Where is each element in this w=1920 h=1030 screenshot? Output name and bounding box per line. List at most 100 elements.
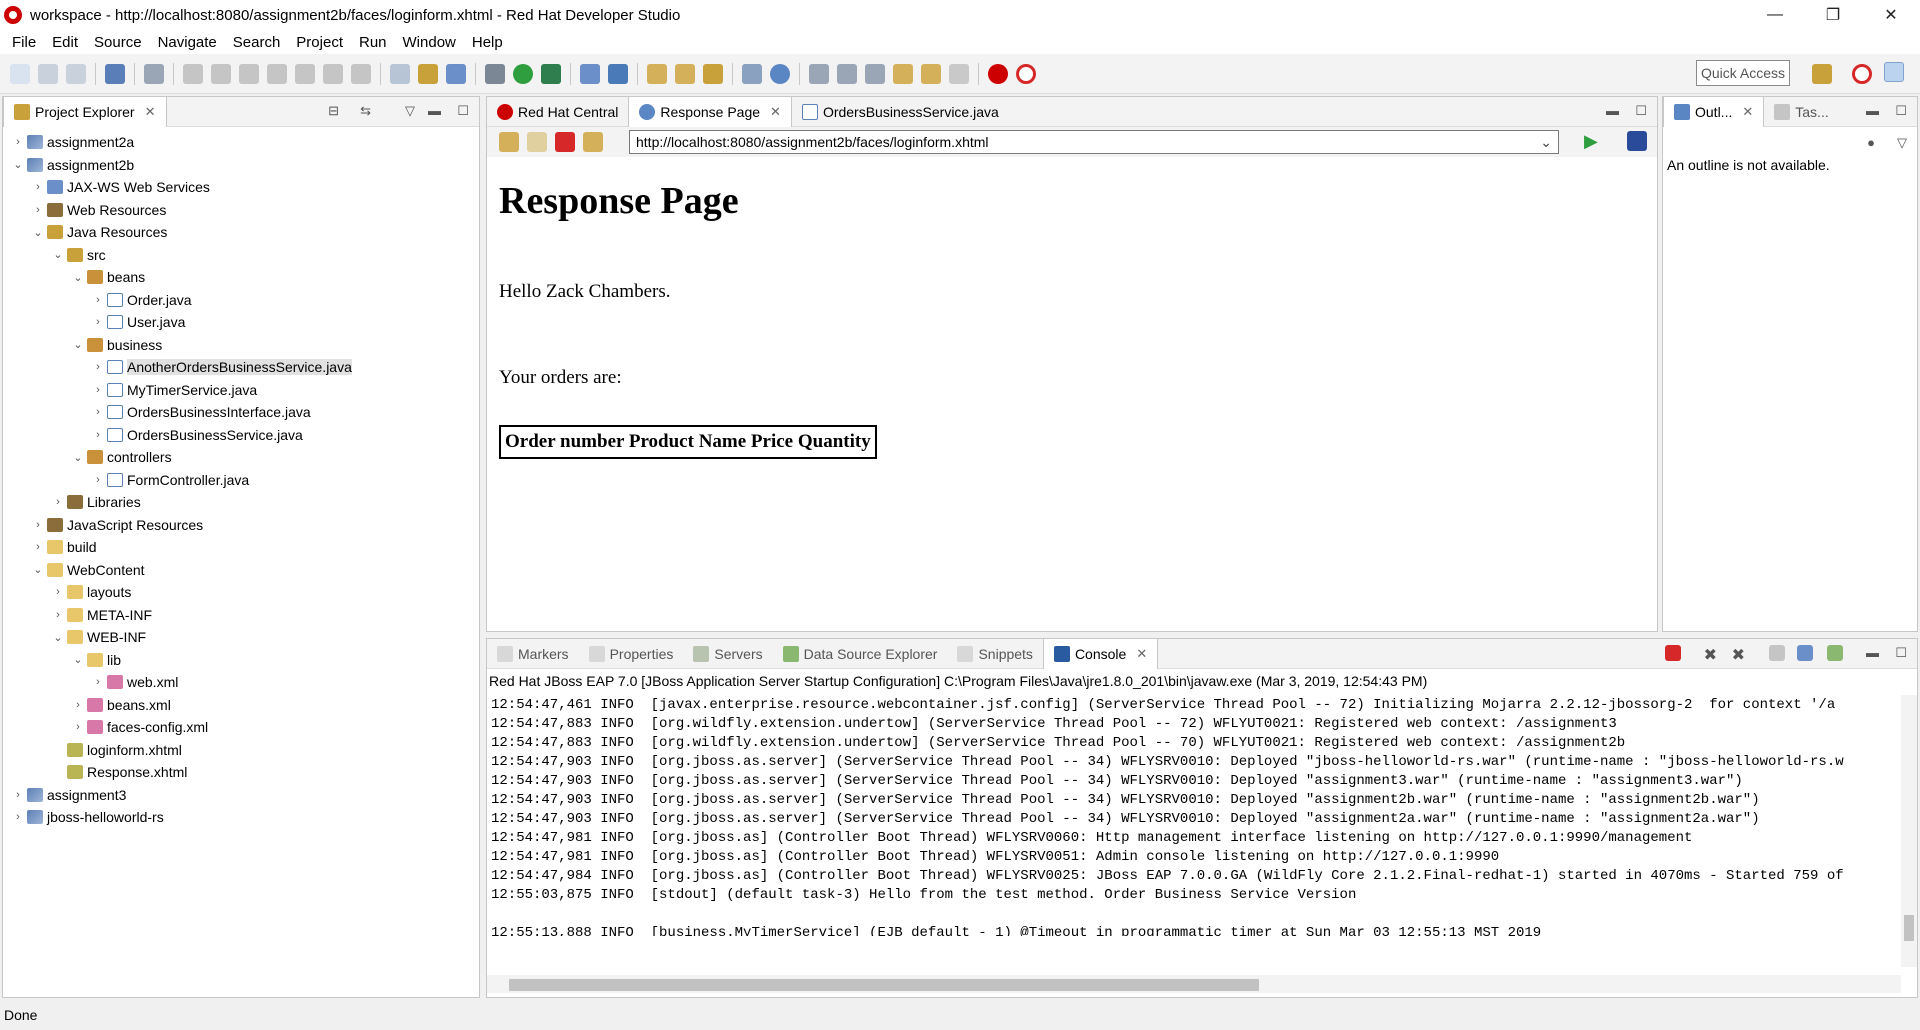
resume-icon[interactable] xyxy=(183,63,203,84)
tab-outline[interactable]: Outl... ✕ xyxy=(1663,96,1765,127)
save-all-icon[interactable] xyxy=(66,63,86,84)
chevron-right-icon[interactable]: › xyxy=(51,609,65,621)
chevron-right-icon[interactable]: › xyxy=(71,699,85,711)
tree-item[interactable]: › FormController.java xyxy=(3,469,479,492)
chevron-down-icon[interactable]: ⌄ xyxy=(11,158,25,171)
tree-item[interactable]: › JavaScript Resources xyxy=(3,514,479,537)
close-icon[interactable]: ✕ xyxy=(770,104,781,120)
tree-item[interactable]: ⌄ controllers xyxy=(3,446,479,469)
tree-item[interactable]: › assignment3 xyxy=(3,784,479,807)
view-menu-icon[interactable]: ▽ xyxy=(405,103,415,119)
tab-data-source-explorer[interactable]: Data Source Explorer xyxy=(773,639,948,669)
terminate-icon[interactable] xyxy=(1665,645,1681,661)
tree-item[interactable]: › Order.java xyxy=(3,289,479,312)
tree-item[interactable]: › Web Resources xyxy=(3,199,479,222)
tree-item[interactable]: › build xyxy=(3,536,479,559)
pin-console-icon[interactable] xyxy=(1827,645,1843,661)
chevron-right-icon[interactable]: › xyxy=(31,181,45,193)
tab-response-page[interactable]: Response Page ✕ xyxy=(628,96,792,127)
collapse-all-icon[interactable]: ⊟ xyxy=(328,103,339,119)
chevron-down-icon[interactable]: ⌄ xyxy=(71,451,85,464)
chevron-right-icon[interactable]: › xyxy=(91,384,105,396)
chevron-right-icon[interactable]: › xyxy=(11,136,25,148)
menu-file[interactable]: File xyxy=(4,34,44,51)
clear-console-icon[interactable] xyxy=(1769,645,1785,661)
back-icon[interactable] xyxy=(499,132,519,152)
tab-tasks[interactable]: Tas... xyxy=(1764,97,1838,127)
quick-access-input[interactable]: Quick Access xyxy=(1696,60,1790,86)
chevron-down-icon[interactable]: ⌄ xyxy=(31,563,45,576)
url-input[interactable]: http://localhost:8080/assignment2b/faces… xyxy=(629,130,1559,154)
menu-edit[interactable]: Edit xyxy=(44,34,86,51)
toggle-icon[interactable] xyxy=(418,63,438,84)
console-icon[interactable] xyxy=(105,63,125,84)
redhat-perspective-icon[interactable] xyxy=(1852,64,1872,84)
tree-item[interactable]: ⌄ WEB-INF xyxy=(3,626,479,649)
chevron-right-icon[interactable]: › xyxy=(31,541,45,553)
chevron-right-icon[interactable]: › xyxy=(31,519,45,531)
remove-all-icon[interactable]: ✖ xyxy=(1732,645,1745,665)
tree-item[interactable]: › faces-config.xml xyxy=(3,716,479,739)
prev-annotation-icon[interactable] xyxy=(865,63,885,84)
chevron-right-icon[interactable]: › xyxy=(51,586,65,598)
menu-search[interactable]: Search xyxy=(225,34,289,51)
scrollbar-thumb[interactable] xyxy=(1904,915,1914,941)
restore-button[interactable]: ❐ xyxy=(1804,0,1862,30)
chevron-right-icon[interactable]: › xyxy=(71,721,85,733)
tree-item[interactable]: › OrdersBusinessService.java xyxy=(3,424,479,447)
sync-icon[interactable] xyxy=(1016,63,1036,84)
chevron-right-icon[interactable]: › xyxy=(91,361,105,373)
new-server-icon[interactable] xyxy=(580,63,600,84)
chevron-down-icon[interactable]: ⌄ xyxy=(1540,134,1552,151)
refresh-icon[interactable] xyxy=(583,132,603,152)
chevron-down-icon[interactable]: ⌄ xyxy=(31,226,45,239)
tree-item[interactable]: loginform.xhtml xyxy=(3,739,479,762)
tree-item[interactable]: › META-INF xyxy=(3,604,479,627)
chevron-right-icon[interactable]: › xyxy=(91,676,105,688)
maximize-icon[interactable]: ☐ xyxy=(1895,103,1907,119)
tab-markers[interactable]: Markers xyxy=(487,639,579,669)
chevron-down-icon[interactable]: ⌄ xyxy=(51,248,65,261)
skip-breakpoints-icon[interactable] xyxy=(144,63,164,84)
tab-properties[interactable]: Properties xyxy=(579,639,684,669)
stop-icon[interactable] xyxy=(555,132,575,152)
chevron-down-icon[interactable]: ⌄ xyxy=(71,653,85,666)
menu-help[interactable]: Help xyxy=(464,34,511,51)
use-step-filters-icon[interactable] xyxy=(390,63,410,84)
chevron-right-icon[interactable]: › xyxy=(91,474,105,486)
tree-item[interactable]: › beans.xml xyxy=(3,694,479,717)
tree-item[interactable]: ⌄ beans xyxy=(3,266,479,289)
tab-project-explorer[interactable]: Project Explorer ✕ xyxy=(3,96,167,127)
open-type-icon[interactable] xyxy=(647,63,667,84)
tree-item[interactable]: ⌄ Java Resources xyxy=(3,221,479,244)
maximize-icon[interactable]: ☐ xyxy=(1895,645,1907,661)
debug-icon[interactable] xyxy=(485,63,505,84)
open-browser-icon[interactable] xyxy=(742,63,762,84)
suspend-icon[interactable] xyxy=(211,63,231,84)
terminate-icon[interactable] xyxy=(239,63,259,84)
open-external-icon[interactable] xyxy=(1627,131,1647,151)
chevron-right-icon[interactable]: › xyxy=(91,429,105,441)
chevron-down-icon[interactable]: ⌄ xyxy=(51,631,65,644)
tree-item[interactable]: Response.xhtml xyxy=(3,761,479,784)
forward-icon[interactable] xyxy=(527,132,547,152)
menu-source[interactable]: Source xyxy=(86,34,150,51)
pin-icon[interactable] xyxy=(809,63,829,84)
tree-item[interactable]: › MyTimerService.java xyxy=(3,379,479,402)
tree-item[interactable]: › web.xml xyxy=(3,671,479,694)
close-icon[interactable]: ✕ xyxy=(1136,646,1147,662)
scrollbar-thumb[interactable] xyxy=(509,979,1259,991)
scroll-lock-icon[interactable] xyxy=(1797,645,1813,661)
tab-console[interactable]: Console ✕ xyxy=(1042,638,1159,669)
tree-item[interactable]: ⌄ src xyxy=(3,244,479,267)
menu-project[interactable]: Project xyxy=(288,34,351,51)
tab-snippets[interactable]: Snippets xyxy=(947,639,1042,669)
go-icon[interactable]: ▶ xyxy=(1584,131,1598,152)
tree-item[interactable]: › OrdersBusinessInterface.java xyxy=(3,401,479,424)
minimize-button[interactable]: — xyxy=(1746,0,1804,30)
maximize-icon[interactable]: ☐ xyxy=(1635,103,1647,119)
chevron-right-icon[interactable]: › xyxy=(91,406,105,418)
search-icon[interactable] xyxy=(703,63,723,84)
minimize-icon[interactable]: ▬ xyxy=(1606,103,1619,118)
javaee-perspective-icon[interactable] xyxy=(1884,62,1904,82)
